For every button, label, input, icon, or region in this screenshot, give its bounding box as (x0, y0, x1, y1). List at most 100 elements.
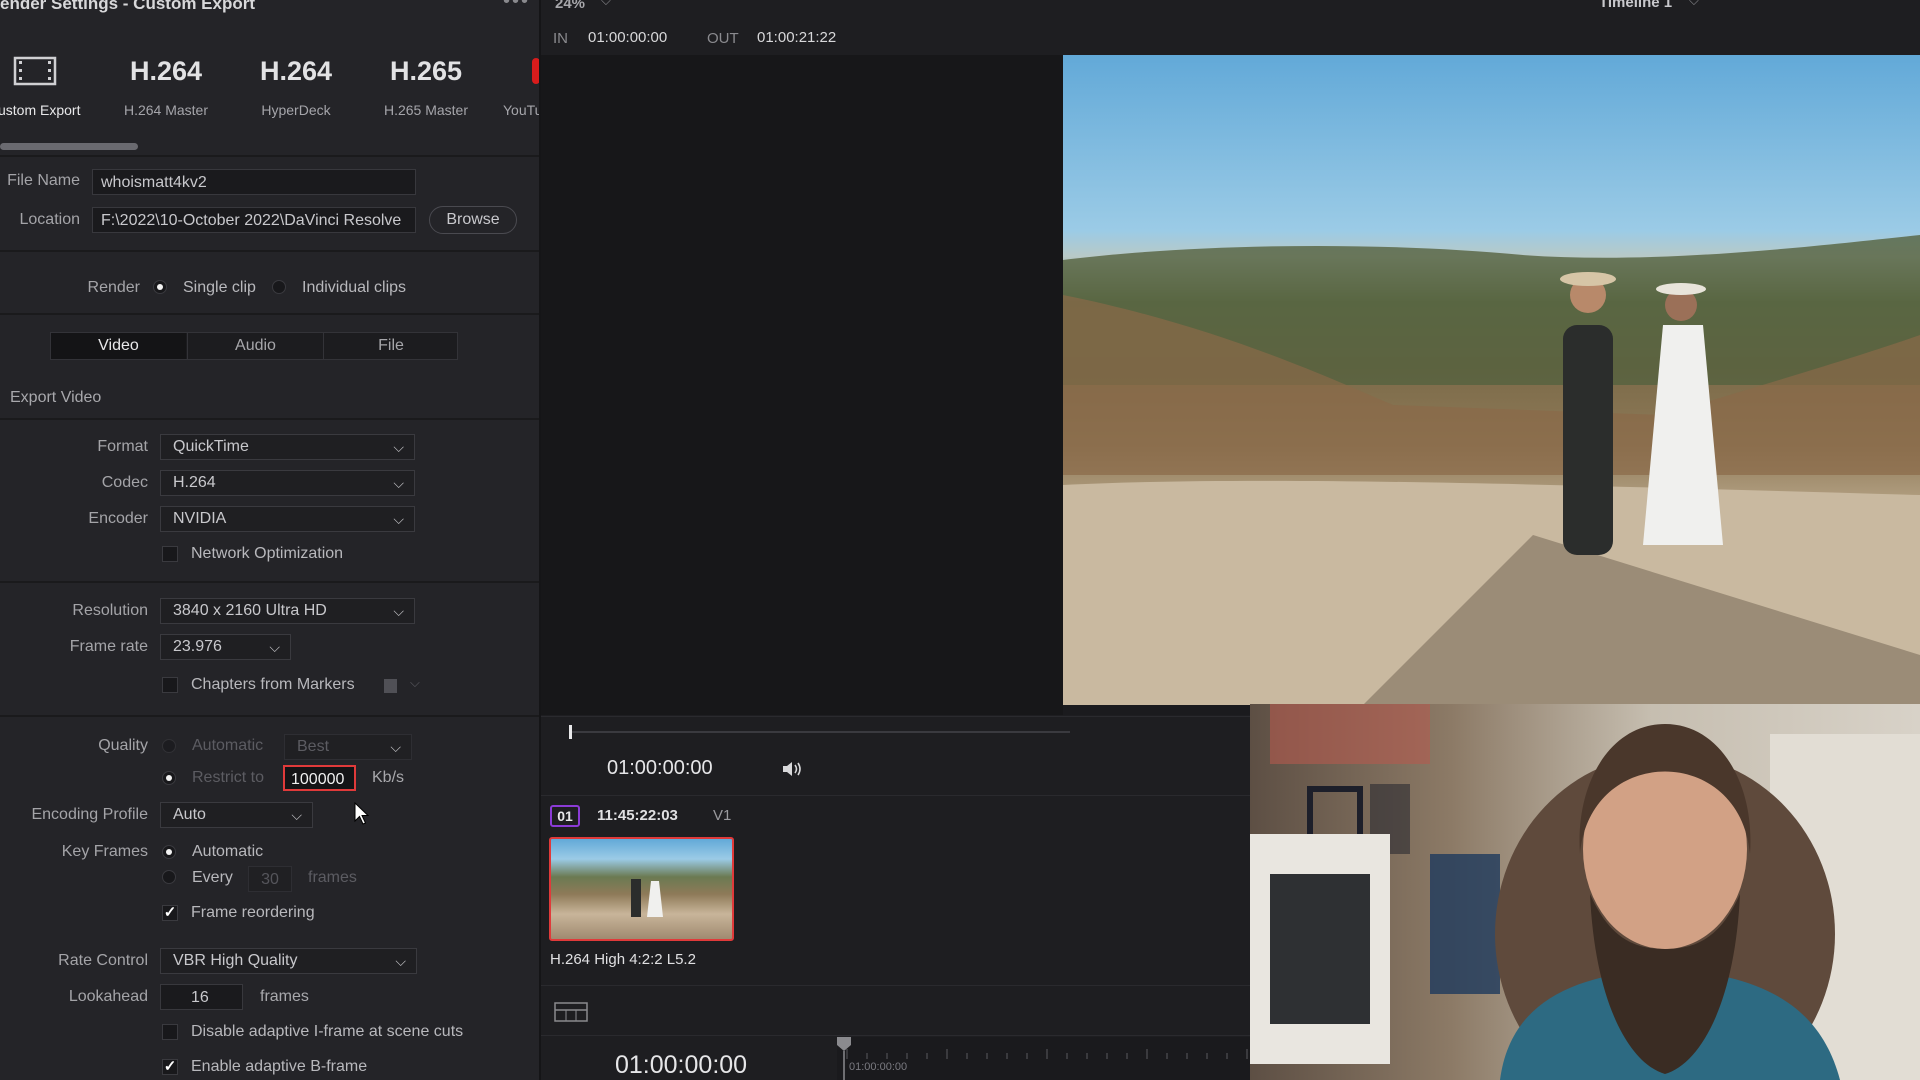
browse-button[interactable]: Browse (429, 206, 517, 234)
timeline-view-icon[interactable] (554, 1002, 588, 1022)
network-optimization-checkbox[interactable] (162, 546, 178, 562)
marker-icon[interactable] (384, 679, 397, 693)
timeline-ruler[interactable]: 01:00:00:00 (837, 1037, 1250, 1080)
tab-video[interactable]: Video (51, 333, 186, 359)
chevron-down-icon: ⌵ (393, 511, 404, 527)
divider (0, 715, 539, 717)
preset-h264-master[interactable]: H.264 H.264 Master (101, 52, 231, 118)
panel-title: ender Settings - Custom Export (0, 0, 256, 13)
preset-codec: H.265 (389, 56, 463, 86)
tab-audio[interactable]: Audio (187, 333, 323, 359)
quality-automatic-label: Automatic (192, 737, 264, 754)
enable-bframe-checkbox[interactable]: ✓ (162, 1059, 178, 1075)
ruler-timecode: 01:00:00:00 (849, 1061, 908, 1073)
chevron-down-icon: ⌵ (393, 439, 404, 455)
quality-label: Quality (98, 737, 148, 754)
out-label: OUT (707, 30, 739, 47)
preset-codec: H.264 (129, 56, 203, 86)
network-optimization-label: Network Optimization (191, 545, 344, 562)
encoder-label: Encoder (88, 510, 148, 527)
in-timecode: 01:00:00:00 (588, 29, 668, 46)
lookahead-unit-label: frames (260, 988, 309, 1005)
timeline-timecode: 01:00:00:00 (615, 1051, 748, 1079)
rate-control-label: Rate Control (58, 952, 148, 969)
clip-track: V1 (713, 807, 732, 824)
codec-value: H.264 (173, 474, 216, 491)
divider (541, 985, 1250, 986)
preset-hyperdeck[interactable]: H.264 HyperDeck (231, 52, 361, 118)
preset-label: H.265 Master (383, 102, 469, 118)
clip-thumbnail[interactable] (549, 837, 734, 941)
key-frames-unit-label: frames (308, 869, 357, 886)
zoom-level[interactable]: 24% (555, 0, 585, 12)
single-clip-label: Single clip (183, 279, 256, 296)
format-dropdown[interactable]: QuickTime ⌵ (160, 434, 415, 460)
export-video-label: Export Video (10, 389, 102, 406)
playhead[interactable] (569, 725, 572, 739)
speaker-icon[interactable] (781, 759, 805, 779)
key-frames-automatic-radio[interactable] (162, 845, 176, 859)
resolution-dropdown[interactable]: 3840 x 2160 Ultra HD ⌵ (160, 598, 415, 624)
codec-dropdown[interactable]: H.264 ⌵ (160, 470, 415, 496)
single-clip-radio[interactable] (153, 280, 167, 294)
file-name-input[interactable]: whoismatt4kv2 (92, 169, 416, 195)
divider (0, 313, 539, 315)
quality-best-value: Best (297, 738, 330, 755)
clip-codec-label: H.264 High 4:2:2 L5.2 (550, 951, 696, 968)
tab-file[interactable]: File (323, 333, 458, 359)
preset-label: ustom Export (0, 102, 81, 118)
encoder-dropdown[interactable]: NVIDIA ⌵ (160, 506, 415, 532)
chapters-label: Chapters from Markers (191, 676, 355, 693)
disable-iframe-checkbox[interactable] (162, 1024, 178, 1040)
chevron-down-icon[interactable]: ⌵ (410, 675, 420, 691)
quality-automatic-radio[interactable] (162, 739, 176, 753)
webcam-overlay (1250, 704, 1920, 1080)
rate-control-dropdown[interactable]: VBR High Quality ⌵ (160, 948, 417, 974)
format-label: Format (97, 438, 148, 455)
preset-custom-export[interactable]: ustom Export (0, 52, 100, 118)
chapters-checkbox[interactable] (162, 677, 178, 693)
chevron-down-icon[interactable]: ⌵ (601, 0, 611, 9)
film-icon (0, 52, 100, 90)
divider (541, 795, 1250, 796)
lookahead-input[interactable]: 16 (160, 984, 243, 1010)
divider (0, 418, 539, 420)
chevron-down-icon: ⌵ (390, 739, 401, 755)
preset-label: HyperDeck (261, 102, 331, 118)
encoder-value: NVIDIA (173, 510, 227, 527)
mouse-cursor-icon (354, 802, 370, 825)
chevron-down-icon[interactable]: ⌵ (1689, 0, 1699, 9)
key-frames-every-radio[interactable] (162, 870, 176, 884)
render-label: Render (87, 279, 140, 296)
frame-rate-dropdown[interactable]: 23.976 ⌵ (160, 634, 291, 660)
viewer-empty-area (541, 55, 1063, 715)
preset-h265-master[interactable]: H.265 H.265 Master (361, 52, 491, 118)
restrict-to-radio[interactable] (162, 771, 176, 785)
key-frames-automatic-label: Automatic (192, 843, 264, 860)
frame-rate-value: 23.976 (173, 638, 222, 655)
location-input[interactable]: F:\2022\10-October 2022\DaVinci Resolve (92, 207, 416, 233)
options-menu-icon[interactable]: ••• (503, 0, 530, 13)
clip-area: 01:00:00:00 01 11:45:22:03 V1 H.264 High… (541, 715, 1250, 1080)
preset-scrollbar[interactable] (0, 143, 138, 150)
restrict-bitrate-input[interactable]: 100000 (283, 765, 356, 791)
clip-timecode: 11:45:22:03 (597, 807, 678, 824)
chevron-down-icon: ⌵ (393, 475, 404, 491)
chevron-down-icon: ⌵ (395, 953, 406, 969)
key-frames-every-input[interactable]: 30 (248, 866, 292, 892)
key-frames-every-label: Every (192, 869, 233, 886)
individual-clips-radio[interactable] (272, 280, 286, 294)
timeline-selector[interactable]: Timeline 1 (1599, 0, 1672, 11)
format-value: QuickTime (173, 438, 249, 455)
restrict-to-label: Restrict to (192, 769, 265, 786)
frame-reordering-checkbox[interactable]: ✓ (162, 905, 178, 921)
render-settings-panel: ender Settings - Custom Export ••• ustom… (0, 0, 541, 1080)
encoding-profile-label: Encoding Profile (31, 806, 148, 823)
enable-bframe-label: Enable adaptive B-frame (191, 1058, 368, 1075)
resolution-label: Resolution (72, 602, 148, 619)
rate-control-value: VBR High Quality (173, 952, 298, 969)
encoding-profile-dropdown[interactable]: Auto ⌵ (160, 802, 313, 828)
key-frames-label: Key Frames (61, 843, 148, 860)
quality-best-dropdown[interactable]: Best ⌵ (284, 734, 412, 760)
scrubber-track[interactable] (569, 731, 1070, 733)
